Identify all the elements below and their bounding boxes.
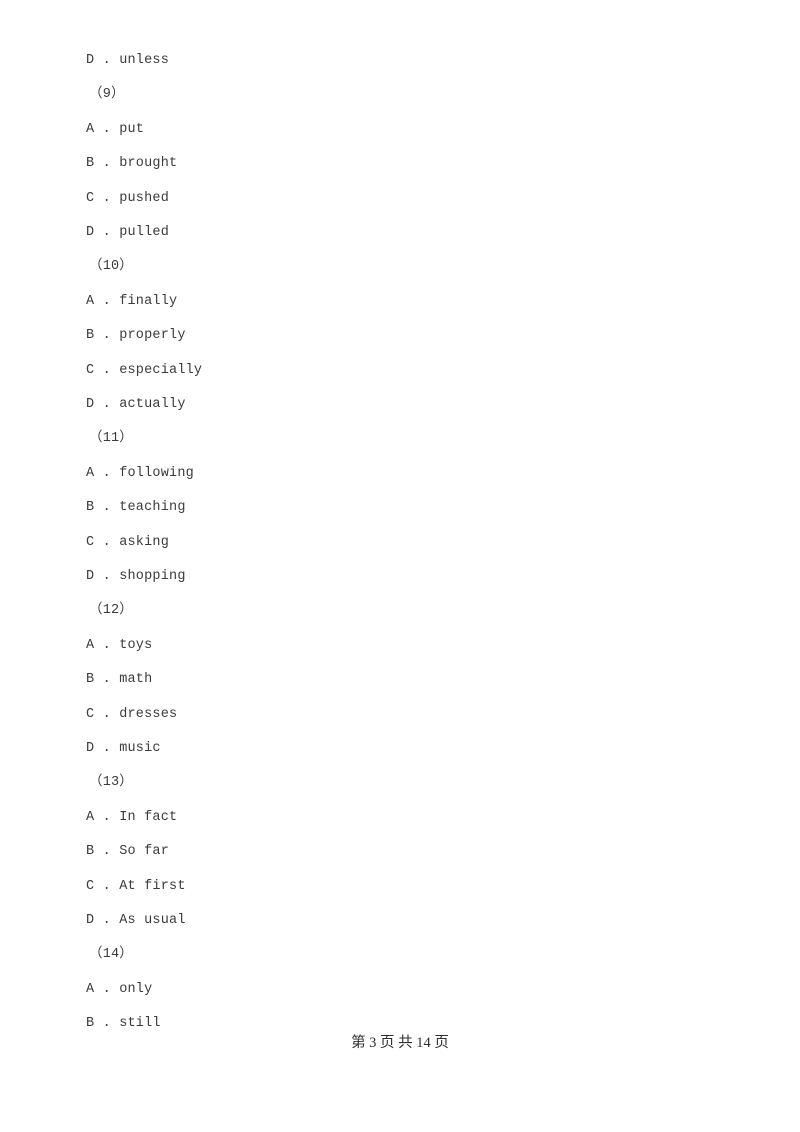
question-number-label: （14） [89, 947, 134, 962]
document-page: D . unless （9） A . put B . brought C . pushe… [0, 0, 800, 1132]
page-footer: 第 3 页 共 14 页 [351, 1035, 449, 1051]
answer-option-line: C . asking [86, 535, 170, 550]
answer-option-line: A . In fact [86, 810, 178, 825]
answer-option-line: D . pulled [86, 225, 170, 240]
question-number-label: （13） [89, 775, 134, 790]
question-number-label: （11） [89, 431, 134, 446]
answer-option-line: A . toys [86, 638, 153, 653]
answer-option-line: C . dresses [86, 707, 178, 722]
question-number-label: （10） [89, 259, 134, 274]
answer-option-line: B . brought [86, 156, 178, 171]
answer-option-line: D . As usual [86, 913, 186, 928]
answer-option-line: A . following [86, 466, 194, 481]
answer-option-line: C . pushed [86, 191, 170, 206]
answer-option-line: A . put [86, 122, 145, 137]
answer-option-line: D . music [86, 741, 161, 756]
question-number-label: （12） [89, 603, 134, 618]
answer-option-line: B . math [86, 672, 153, 687]
answer-option-line: B . properly [86, 328, 186, 343]
answer-option-line: D . actually [86, 397, 186, 412]
answer-option-line: A . only [86, 982, 153, 997]
answer-option-line: A . finally [86, 294, 178, 309]
question-number-label: （9） [89, 87, 125, 102]
answer-option-line: C . At first [86, 879, 186, 894]
answer-option-line: B . So far [86, 844, 170, 859]
answer-option-line: B . still [86, 1016, 161, 1031]
answer-option-line: C . especially [86, 363, 203, 378]
answer-option-line: B . teaching [86, 500, 186, 515]
answer-option-line: D . unless [86, 53, 170, 68]
answer-option-line: D . shopping [86, 569, 186, 584]
